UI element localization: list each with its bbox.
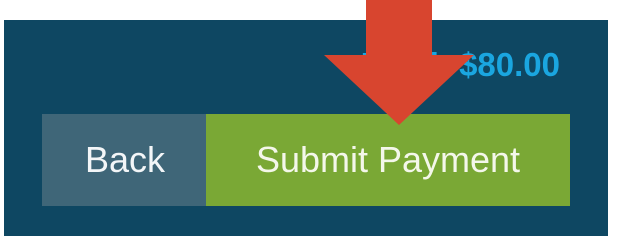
back-button[interactable]: Back [42, 114, 208, 206]
checkout-screen: Total: $80.00 Back Submit Payment [0, 0, 620, 246]
down-arrow-icon [324, 0, 474, 125]
